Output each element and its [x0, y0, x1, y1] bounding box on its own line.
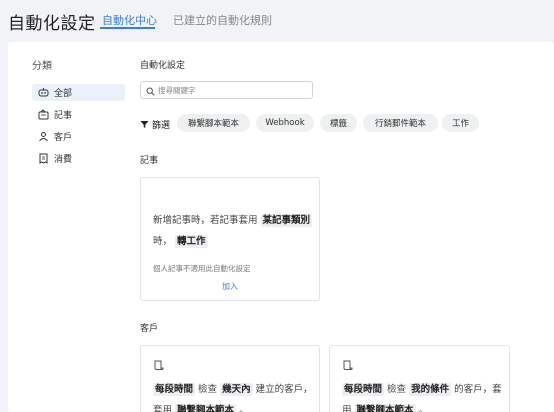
- sidebar-item-label: 客戶: [54, 133, 73, 143]
- sidebar-item-customers[interactable]: 客戶: [32, 128, 125, 145]
- card-text-segment: 。: [418, 405, 429, 412]
- tab-automation-center[interactable]: 自動化中心: [102, 12, 157, 28]
- card-description: 每段時間 檢查 幾天內 建立的客戶，套用 聯繫腳本範本 。: [153, 379, 315, 412]
- sidebar-item-all[interactable]: 全部: [32, 84, 125, 101]
- card-text-segment: 檢查: [387, 384, 407, 395]
- card-tag-interval[interactable]: 每段時間: [153, 383, 196, 396]
- sidebar-item-notes[interactable]: 記事: [32, 106, 125, 123]
- automation-card[interactable]: 每段時間 檢查 我的條件 的客戶，套用 聯繫腳本範本 。: [329, 345, 510, 412]
- filter-chip-marketing-email[interactable]: 行銷郵件範本: [363, 114, 438, 132]
- page-title: 自動化設定: [8, 14, 96, 34]
- person-icon: [38, 131, 49, 142]
- filter-label: 篩選: [152, 121, 171, 131]
- section-title-notes: 記事: [140, 156, 159, 166]
- sidebar-item-expenses[interactable]: 消費: [32, 150, 125, 167]
- script-icon: [342, 356, 354, 375]
- card-description: 新增記事時，若記事套用 某記事類別 時， 轉工作: [153, 210, 313, 252]
- card-tag-my-conditions[interactable]: 我的條件: [409, 383, 452, 396]
- search-input[interactable]: [158, 85, 308, 95]
- top-bar: 自動化設定 自動化中心 已建立的自動化規則: [0, 0, 554, 40]
- card-tag-days[interactable]: 幾天內: [220, 383, 253, 396]
- sidebar-title: 分類: [32, 61, 52, 72]
- card-tag-convert-task[interactable]: 轉工作: [175, 235, 208, 248]
- filter-toggle[interactable]: 篩選: [140, 118, 170, 131]
- filter-icon: [140, 120, 149, 129]
- automation-card[interactable]: 每段時間 檢查 幾天內 建立的客戶，套用 聯繫腳本範本 。: [140, 345, 320, 412]
- card-text-segment: 。: [239, 405, 249, 412]
- search-icon: [146, 81, 155, 100]
- robot-icon: [38, 87, 49, 98]
- card-tag-contact-script[interactable]: 聯繫腳本範本: [175, 404, 237, 412]
- receipt-icon: [38, 153, 49, 164]
- content-panel: 分類 全部 記事 客戶 消費 自動化設定 篩選 聯繫腳本: [8, 42, 554, 412]
- section-title-customers: 客戶: [140, 324, 159, 334]
- main-title: 自動化設定: [140, 61, 186, 71]
- notebook-icon: [38, 109, 49, 120]
- card-note: 個人記事不適用此自動化設定: [153, 264, 251, 273]
- card-text-segment: 檢查: [198, 384, 218, 395]
- sidebar-item-label: 消費: [54, 155, 73, 165]
- filter-chip-contact-script[interactable]: 聯繫腳本範本: [177, 114, 250, 132]
- filter-chip-task[interactable]: 工作: [442, 114, 479, 132]
- automation-card[interactable]: 新增記事時，若記事套用 某記事類別 時， 轉工作 個人記事不適用此自動化設定 加…: [140, 177, 320, 301]
- tab-created-rules[interactable]: 已建立的自動化規則: [173, 12, 272, 28]
- card-tag-interval[interactable]: 每段時間: [342, 383, 385, 396]
- search-box[interactable]: [140, 81, 313, 99]
- card-description: 每段時間 檢查 我的條件 的客戶，套用 聯繫腳本範本 。: [342, 379, 504, 412]
- card-text-segment: 新增記事時，若記事套用: [153, 215, 258, 226]
- card-tag-contact-script[interactable]: 聯繫腳本範本: [354, 404, 416, 412]
- active-tab-indicator: [100, 27, 155, 29]
- sidebar-item-label: 記事: [54, 111, 73, 121]
- add-button[interactable]: 加入: [222, 281, 238, 292]
- filter-chip-webhook[interactable]: Webhook: [256, 114, 314, 132]
- card-tag-note-category[interactable]: 某記事類別: [260, 214, 313, 227]
- script-icon: [153, 356, 165, 375]
- filter-chip-tag[interactable]: 標籤: [320, 114, 357, 132]
- card-text-segment: 時，: [153, 236, 173, 247]
- sidebar-item-label: 全部: [54, 89, 73, 99]
